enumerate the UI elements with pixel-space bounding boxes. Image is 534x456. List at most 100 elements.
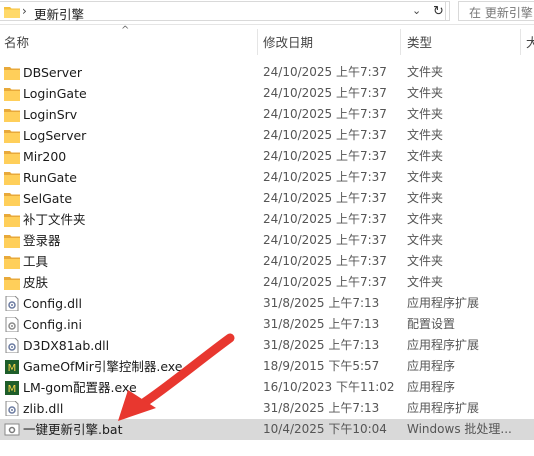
folder-icon <box>4 130 20 143</box>
file-type: 应用程序 <box>407 380 456 394</box>
file-type: 文件夹 <box>407 128 444 142</box>
file-row[interactable]: SelGate 24/10/2025 上午7:37 文件夹 <box>0 188 534 209</box>
file-type: 文件夹 <box>407 275 444 289</box>
file-date: 24/10/2025 上午7:37 <box>263 107 387 121</box>
folder-icon <box>4 151 20 164</box>
sort-up-icon: ^ <box>121 25 130 36</box>
file-row[interactable]: 工具 24/10/2025 上午7:37 文件夹 <box>0 251 534 272</box>
file-date: 18/9/2015 下午5:57 <box>263 359 380 373</box>
column-header-type[interactable]: 类型 <box>407 33 432 53</box>
column-divider[interactable] <box>257 29 258 55</box>
file-name: LM-gom配置器.exe <box>23 380 137 395</box>
file-type: 文件夹 <box>407 65 444 79</box>
file-type: 文件夹 <box>407 212 444 226</box>
svg-text:M: M <box>8 384 17 395</box>
folder-icon <box>4 235 20 248</box>
bat-icon <box>4 423 20 436</box>
file-name: LogServer <box>23 128 87 143</box>
file-row[interactable]: RunGate 24/10/2025 上午7:37 文件夹 <box>0 167 534 188</box>
file-date: 24/10/2025 上午7:37 <box>263 65 387 79</box>
column-divider[interactable] <box>400 29 401 55</box>
file-date: 10/4/2025 下午10:04 <box>263 422 387 436</box>
file-type: 应用程序 <box>407 359 456 373</box>
file-row[interactable]: Mir200 24/10/2025 上午7:37 文件夹 <box>0 146 534 167</box>
refresh-button[interactable]: ↻ <box>428 1 450 21</box>
file-row[interactable]: LoginGate 24/10/2025 上午7:37 文件夹 <box>0 83 534 104</box>
file-row[interactable]: 皮肤 24/10/2025 上午7:37 文件夹 <box>0 272 534 293</box>
chevron-down-icon[interactable]: ⌄ <box>412 4 421 17</box>
file-row[interactable]: 一键更新引擎.bat 10/4/2025 下午10:04 Windows 批处理..… <box>0 419 534 440</box>
dll-icon <box>5 296 19 311</box>
file-name: 一键更新引擎.bat <box>23 422 123 437</box>
file-row[interactable]: LogServer 24/10/2025 上午7:37 文件夹 <box>0 125 534 146</box>
file-name: Config.dll <box>23 296 82 311</box>
file-row[interactable]: Config.ini 31/8/2025 上午7:13 配置设置 <box>0 314 534 335</box>
file-date: 31/8/2025 上午7:13 <box>263 401 380 415</box>
column-divider[interactable] <box>520 29 521 55</box>
file-row[interactable]: D3DX81ab.dll 31/8/2025 上午7:13 应用程序扩展 <box>0 335 534 356</box>
ini-icon <box>5 317 19 332</box>
file-type: 应用程序扩展 <box>407 401 480 415</box>
file-type: 文件夹 <box>407 254 444 268</box>
file-row[interactable]: 登录器 24/10/2025 上午7:37 文件夹 <box>0 230 534 251</box>
file-name: 登录器 <box>23 233 61 248</box>
column-header-size[interactable]: 大 <box>526 33 534 53</box>
column-header-name[interactable]: 名称 <box>4 33 29 53</box>
file-date: 31/8/2025 上午7:13 <box>263 317 380 331</box>
file-type: 文件夹 <box>407 107 444 121</box>
file-date: 24/10/2025 上午7:37 <box>263 149 387 163</box>
file-row[interactable]: 补丁文件夹 24/10/2025 上午7:37 文件夹 <box>0 209 534 230</box>
file-row[interactable]: Config.dll 31/8/2025 上午7:13 应用程序扩展 <box>0 293 534 314</box>
file-date: 31/8/2025 上午7:13 <box>263 296 380 310</box>
file-type: 应用程序扩展 <box>407 338 480 352</box>
file-date: 16/10/2023 下午11:02 <box>263 380 395 394</box>
file-name: zlib.dll <box>23 401 64 416</box>
file-row[interactable]: M LM-gom配置器.exe 16/10/2023 下午11:02 应用程序 <box>0 377 534 398</box>
file-name: 工具 <box>23 254 49 269</box>
file-name: RunGate <box>23 170 77 185</box>
file-date: 24/10/2025 上午7:37 <box>263 86 387 100</box>
file-name: GameOfMir引擎控制器.exe <box>23 359 183 374</box>
file-name: D3DX81ab.dll <box>23 338 110 353</box>
file-type: 应用程序扩展 <box>407 296 480 310</box>
column-header-date[interactable]: 修改日期 <box>263 33 313 53</box>
file-row[interactable]: zlib.dll 31/8/2025 上午7:13 应用程序扩展 <box>0 398 534 419</box>
folder-icon <box>4 109 20 122</box>
address-box[interactable]: › 更新引擎 ⌄ <box>0 1 446 22</box>
folder-icon <box>4 172 20 185</box>
file-name: LoginSrv <box>23 107 78 122</box>
file-type: 文件夹 <box>407 149 444 163</box>
file-name: DBServer <box>23 65 82 80</box>
chevron-right-icon: › <box>22 4 27 18</box>
file-row[interactable]: M GameOfMir引擎控制器.exe 18/9/2015 下午5:57 应用程序 <box>0 356 534 377</box>
file-name: LoginGate <box>23 86 87 101</box>
file-type: 文件夹 <box>407 233 444 247</box>
dll-icon <box>5 338 19 353</box>
file-type: 文件夹 <box>407 191 444 205</box>
folder-icon <box>4 88 20 101</box>
file-date: 24/10/2025 上午7:37 <box>263 212 387 226</box>
folder-icon <box>4 7 20 18</box>
search-input[interactable]: 在 更新引擎 中 <box>458 1 534 21</box>
address-path: 更新引擎 <box>34 7 85 22</box>
dll-icon <box>5 401 19 416</box>
exe-icon: M <box>5 360 19 374</box>
file-date: 24/10/2025 上午7:37 <box>263 170 387 184</box>
folder-icon <box>4 214 20 227</box>
file-date: 24/10/2025 上午7:37 <box>263 233 387 247</box>
file-type: 文件夹 <box>407 86 444 100</box>
file-type: 配置设置 <box>407 317 456 331</box>
folder-icon <box>4 67 20 80</box>
file-name: Config.ini <box>23 317 82 332</box>
exe-icon: M <box>5 381 19 395</box>
folder-icon <box>4 277 20 290</box>
file-name: 皮肤 <box>23 275 49 290</box>
address-bar: › 更新引擎 ⌄ ↻ 在 更新引擎 中 <box>0 0 534 25</box>
file-row[interactable]: DBServer 24/10/2025 上午7:37 文件夹 <box>0 62 534 83</box>
folder-icon <box>4 256 20 269</box>
file-name: 补丁文件夹 <box>23 212 86 227</box>
file-date: 24/10/2025 上午7:37 <box>263 128 387 142</box>
folder-icon <box>4 193 20 206</box>
file-date: 24/10/2025 上午7:37 <box>263 191 387 205</box>
file-row[interactable]: LoginSrv 24/10/2025 上午7:37 文件夹 <box>0 104 534 125</box>
